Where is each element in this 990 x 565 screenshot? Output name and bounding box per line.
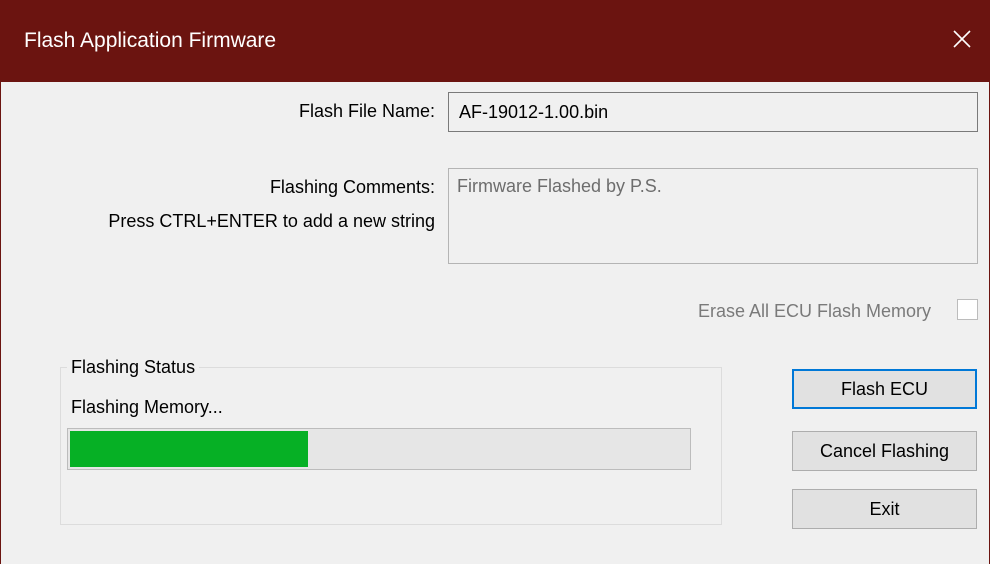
flash-ecu-button[interactable]: Flash ECU [792, 369, 977, 409]
comments-hint: Press CTRL+ENTER to add a new string [108, 211, 435, 231]
flashing-status-title: Flashing Status [67, 356, 200, 378]
comments-label: Flashing Comments: [269, 177, 435, 197]
file-name-label: Flash File Name: [298, 101, 435, 121]
progress-fill [70, 431, 308, 467]
exit-button[interactable]: Exit [792, 489, 977, 529]
close-button[interactable] [935, 16, 989, 66]
status-message: Flashing Memory... [71, 397, 223, 417]
file-name-field[interactable]: AF-19012-1.00.bin [448, 92, 978, 132]
comments-textarea[interactable]: Firmware Flashed by P.S. [448, 168, 978, 264]
window-title: Flash Application Firmware [24, 29, 277, 52]
progress-bar [67, 428, 691, 470]
flash-firmware-dialog: Flash Application Firmware Flash File Na… [0, 0, 990, 564]
erase-memory-checkbox[interactable] [957, 299, 978, 320]
title-bar: Flash Application Firmware [1, 0, 989, 82]
cancel-flashing-button[interactable]: Cancel Flashing [792, 431, 977, 471]
erase-memory-label: Erase All ECU Flash Memory [697, 301, 931, 321]
close-icon [952, 29, 972, 54]
